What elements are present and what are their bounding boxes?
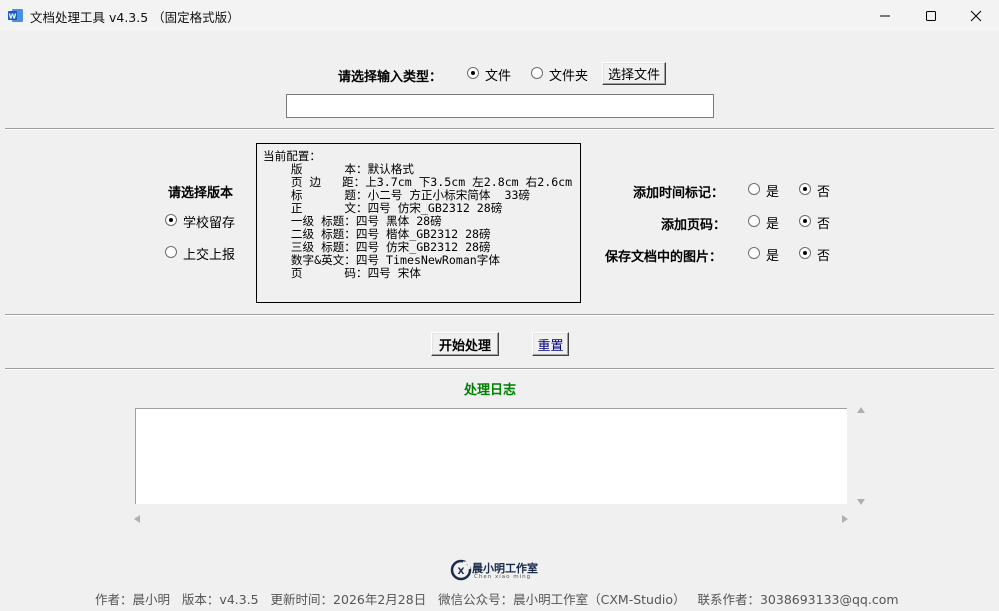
timestamp-no-radio[interactable]	[799, 183, 811, 195]
word-app-icon: W	[8, 9, 23, 22]
close-button[interactable]	[953, 0, 999, 31]
page-number-yes-radio[interactable]	[748, 215, 760, 227]
input-type-file-label[interactable]: 文件	[485, 65, 511, 84]
version-school-radio[interactable]	[165, 214, 177, 226]
input-type-file-radio[interactable]	[467, 67, 479, 79]
config-panel: 当前配置： 版 本：默认格式 页 边 距：上3.7cm 下3.5cm 左2.8c…	[256, 143, 581, 303]
page-number-no-radio[interactable]	[799, 215, 811, 227]
choose-file-button[interactable]: 选择文件	[602, 62, 666, 85]
timestamp-label: 添加时间标记：	[633, 186, 725, 201]
keep-images-no-radio[interactable]	[799, 247, 811, 259]
scroll-left-icon[interactable]	[132, 514, 142, 524]
input-type-folder-radio[interactable]	[531, 67, 543, 79]
scroll-right-icon[interactable]	[840, 514, 850, 524]
studio-logo: X 晨小明工作室 Chen xiao ming	[450, 559, 550, 583]
scroll-down-icon[interactable]	[856, 497, 866, 507]
version-submit-radio[interactable]	[165, 246, 177, 258]
window-title: 文档处理工具 v4.3.5 （固定格式版）	[30, 10, 240, 25]
svg-text:X: X	[458, 567, 465, 577]
keep-images-label: 保存文档中的图片：	[605, 250, 723, 265]
version-submit-label[interactable]: 上交上报	[183, 244, 235, 263]
input-type-folder-label[interactable]: 文件夹	[549, 65, 588, 84]
timestamp-no-label[interactable]: 否	[817, 181, 830, 200]
minimize-icon	[880, 15, 890, 16]
page-number-no-label[interactable]: 否	[817, 213, 830, 232]
version-label: 请选择版本	[168, 186, 234, 201]
timestamp-yes-label[interactable]: 是	[766, 181, 779, 200]
config-line: 页 码：四号 宋体	[263, 266, 421, 280]
title-bar: W 文档处理工具 v4.3.5 （固定格式版）	[0, 0, 999, 31]
maximize-button[interactable]	[908, 0, 954, 31]
separator-middle	[5, 314, 994, 316]
page-number-label: 添加页码：	[661, 218, 727, 233]
maximize-icon	[926, 10, 936, 21]
start-process-button[interactable]: 开始处理	[431, 332, 499, 356]
timestamp-yes-radio[interactable]	[748, 183, 760, 195]
version-school-label[interactable]: 学校留存	[183, 212, 235, 231]
log-textarea[interactable]	[135, 408, 847, 504]
scroll-up-icon[interactable]	[856, 405, 866, 415]
minimize-button[interactable]	[862, 0, 908, 31]
close-icon	[970, 10, 982, 21]
separator-top	[5, 128, 994, 130]
input-type-label: 请选择输入类型：	[338, 70, 443, 85]
path-input[interactable]	[286, 94, 714, 118]
keep-images-yes-radio[interactable]	[748, 247, 760, 259]
page-number-yes-label[interactable]: 是	[766, 213, 779, 232]
svg-text:W: W	[9, 13, 17, 21]
reset-button[interactable]: 重置	[532, 332, 569, 356]
studio-logo-icon: X	[450, 559, 472, 581]
log-title: 处理日志	[464, 383, 517, 398]
footer-info: 作者：晨小明 版本：v4.3.5 更新时间：2026年2月28日 微信公众号：晨…	[95, 592, 899, 607]
keep-images-yes-label[interactable]: 是	[766, 245, 779, 264]
keep-images-no-label[interactable]: 否	[817, 245, 830, 264]
separator-bottom	[5, 368, 994, 370]
studio-logo-subtext: Chen xiao ming	[474, 574, 532, 580]
